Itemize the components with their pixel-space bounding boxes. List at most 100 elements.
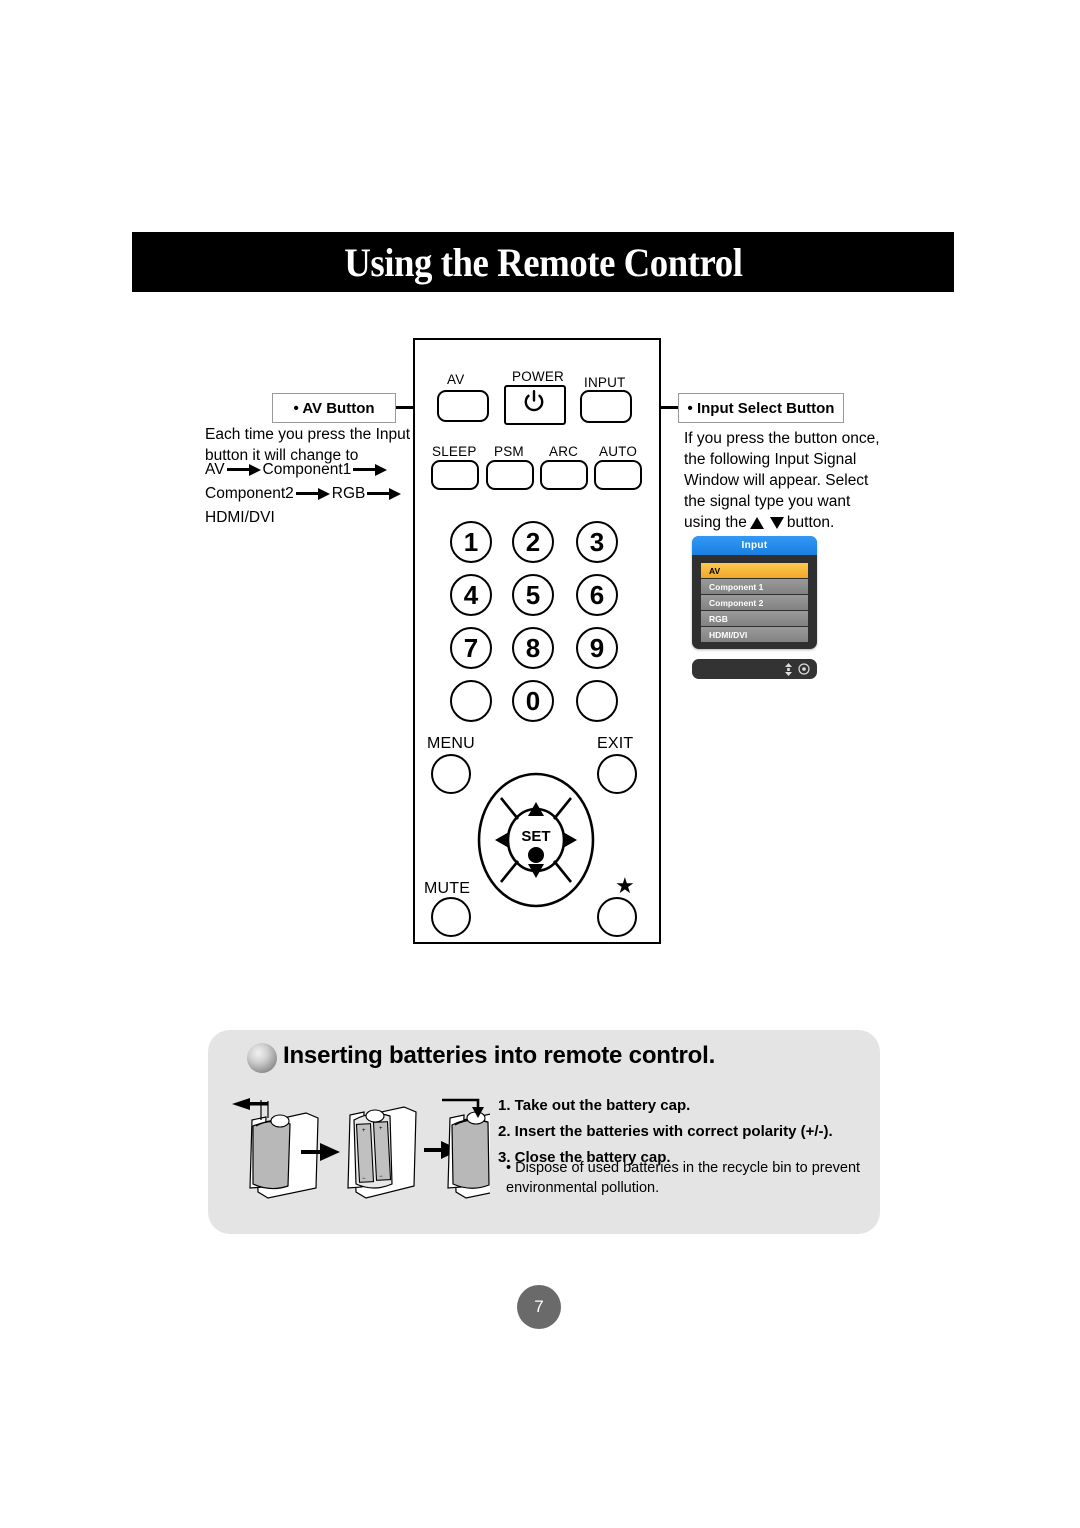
label-arc: ARC	[549, 444, 579, 459]
page-header-bar: Using the Remote Control	[132, 232, 954, 292]
callout-input-select-button: • Input Select Button	[678, 393, 844, 423]
label-menu: MENU	[427, 735, 475, 752]
flow-item-av: AV	[205, 461, 225, 478]
updown-arrow-icon	[785, 662, 792, 676]
osd-row-label: AV	[709, 565, 721, 576]
svg-text:−: −	[362, 1176, 366, 1182]
button-arc[interactable]	[540, 460, 588, 490]
up-triangle-icon	[749, 517, 764, 529]
osd-row-component2[interactable]: Component 2	[701, 595, 808, 610]
osd-row-label: Component 1	[709, 581, 764, 592]
keypad-button-6[interactable]: 6	[576, 574, 618, 616]
flow-arrow-icon	[226, 463, 261, 476]
keypad-button-4[interactable]: 4	[450, 574, 492, 616]
battery-bullet-icon	[247, 1043, 277, 1073]
battery-disposal-note: • Dispose of used batteries in the recyc…	[506, 1160, 861, 1196]
keypad-button-9[interactable]: 9	[576, 627, 618, 669]
illustration-step-1	[232, 1098, 319, 1199]
flow-arrow-icon	[353, 463, 388, 476]
button-input[interactable]	[580, 390, 632, 423]
flow-item-component2: Component2	[205, 485, 294, 502]
callout-input-select-label: • Input Select Button	[687, 399, 835, 417]
flow-arrow-icon	[367, 487, 402, 500]
osd-row-rgb[interactable]: RGB	[701, 611, 808, 626]
osd-row-component1[interactable]: Component 1	[701, 579, 808, 594]
battery-insertion-illustration: + + − −	[232, 1098, 490, 1199]
keypad-label: 9	[589, 632, 605, 663]
label-set: SET	[521, 828, 551, 845]
keypad-button-3[interactable]: 3	[576, 521, 618, 563]
keypad-label: 2	[525, 526, 541, 557]
flow-arrow-icon	[295, 487, 330, 500]
input-signal-window: Input AV Component 1 Component 2 RGB HDM…	[692, 536, 817, 649]
page-number: 7	[517, 1285, 561, 1329]
callout-input-select-body: If you press the button once, the follow…	[684, 428, 894, 533]
button-exit[interactable]	[597, 754, 637, 794]
keypad-label: 1	[463, 526, 479, 557]
illustration-step-2: + + − −	[347, 1106, 417, 1199]
osd-row-label: RGB	[709, 613, 728, 624]
illustration-step-3	[442, 1098, 490, 1199]
label-power: POWER	[512, 369, 565, 384]
keypad-button-5[interactable]: 5	[512, 574, 554, 616]
keypad-label: 4	[463, 579, 479, 610]
keypad-label: 0	[525, 685, 541, 716]
button-av[interactable]	[437, 390, 489, 422]
power-icon	[524, 390, 544, 412]
button-mute[interactable]	[431, 897, 471, 937]
set-center-dot-icon[interactable]	[528, 847, 544, 863]
label-star: ★	[615, 873, 635, 898]
svg-text:+: +	[379, 1126, 383, 1132]
keypad-label: 5	[525, 579, 541, 610]
label-av: AV	[447, 372, 465, 387]
av-input-cycle-flow: AV Component1 Component2 RGB HDMI/DVI	[205, 458, 420, 530]
dpad-right-arrow-icon	[563, 832, 577, 848]
osd-hint-bar	[692, 659, 817, 679]
button-auto[interactable]	[594, 460, 642, 490]
callout-av-line1: Each time you press the Input	[205, 426, 411, 443]
flow-item-hdmidvi: HDMI/DVI	[205, 509, 275, 526]
keypad-button-0[interactable]: 0	[512, 680, 554, 722]
label-sleep: SLEEP	[432, 444, 477, 459]
callout-input-line5: using the button.	[684, 512, 894, 533]
osd-row-hdmidvi[interactable]: HDMI/DVI	[701, 627, 808, 642]
down-triangle-icon	[769, 517, 784, 529]
osd-row-label: Component 2	[709, 597, 764, 608]
button-star[interactable]	[597, 897, 637, 937]
label-psm: PSM	[494, 444, 524, 459]
keypad-button-2[interactable]: 2	[512, 521, 554, 563]
keypad-button-blank-right[interactable]	[576, 680, 618, 722]
osd-title-bar: Input	[692, 536, 817, 555]
keypad-label: 7	[463, 632, 479, 663]
keypad-button-8[interactable]: 8	[512, 627, 554, 669]
button-psm[interactable]	[486, 460, 534, 490]
dpad-left-arrow-icon	[495, 832, 509, 848]
callout-input-line5-prefix: using the	[684, 514, 747, 531]
callout-input-line2: the following Input Signal	[684, 451, 857, 468]
osd-input-list: AV Component 1 Component 2 RGB HDMI/DVI	[692, 555, 817, 649]
callout-input-line1: If you press the button once,	[684, 430, 880, 447]
osd-row-label: HDMI/DVI	[709, 629, 748, 640]
callout-av-button: • AV Button	[272, 393, 396, 423]
keypad-label: 6	[589, 579, 605, 610]
label-input: INPUT	[584, 375, 626, 390]
flow-item-rgb: RGB	[331, 485, 366, 502]
page-title: Using the Remote Control	[343, 239, 743, 285]
flow-item-component1: Component1	[262, 461, 352, 478]
callout-input-line4: the signal type you want	[684, 493, 851, 510]
button-sleep[interactable]	[431, 460, 479, 490]
button-menu[interactable]	[431, 754, 471, 794]
svg-text:−: −	[379, 1174, 383, 1180]
keypad-label: 8	[525, 632, 541, 663]
label-auto: AUTO	[599, 444, 638, 459]
osd-row-av[interactable]: AV	[701, 563, 808, 578]
keypad-button-7[interactable]: 7	[450, 627, 492, 669]
keypad-button-1[interactable]: 1	[450, 521, 492, 563]
keypad-label: 3	[589, 526, 605, 557]
label-exit: EXIT	[597, 735, 634, 752]
battery-section-heading: Inserting batteries into remote control.	[283, 1042, 716, 1069]
keypad-button-blank-left[interactable]	[450, 680, 492, 722]
label-mute: MUTE	[424, 880, 471, 897]
battery-step-2: 2. Insert the batteries with correct pol…	[498, 1123, 833, 1140]
set-enter-icon	[798, 663, 810, 675]
